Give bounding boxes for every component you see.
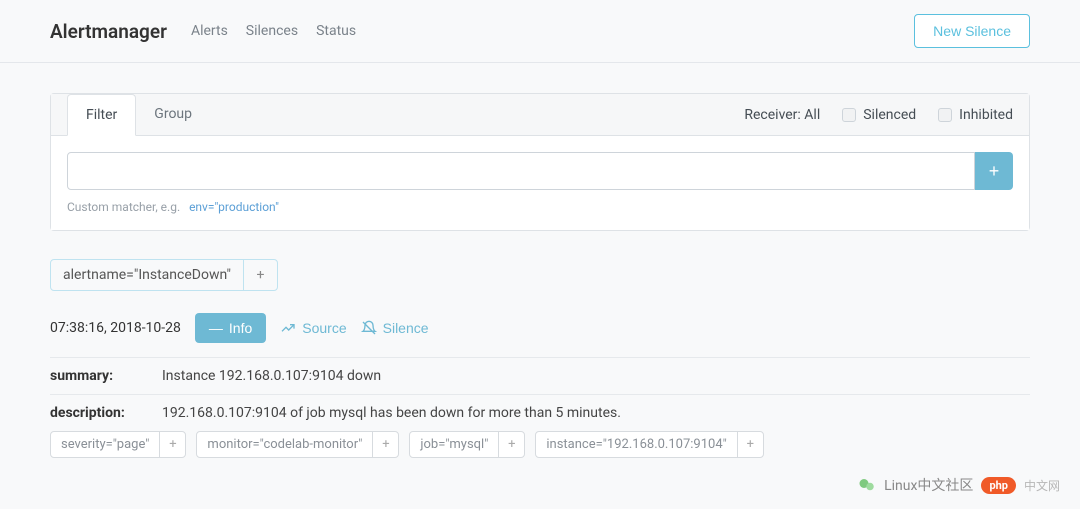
source-button[interactable]: Source	[280, 320, 346, 336]
hint-example-link[interactable]: env="production"	[189, 200, 279, 214]
alert-header: 07:38:16, 2018-10-28 — Info Source Silen…	[50, 313, 1030, 343]
minus-icon: —	[209, 320, 223, 336]
add-filter-button[interactable]: +	[975, 152, 1013, 190]
filter-input-row: +	[67, 152, 1013, 190]
tab-filter[interactable]: Filter	[67, 94, 136, 136]
checkbox-icon	[842, 108, 856, 122]
silence-button-label: Silence	[383, 320, 429, 336]
label-add[interactable]: +	[498, 432, 524, 457]
wechat-icon	[858, 476, 876, 494]
nav-silences[interactable]: Silences	[246, 23, 298, 39]
nav-status[interactable]: Status	[316, 23, 356, 39]
brand: Alertmanager	[50, 20, 167, 43]
label-text: job="mysql"	[410, 432, 498, 457]
main-content: Filter Group Receiver: All Silenced Inhi…	[0, 63, 1080, 488]
label-text: instance="192.168.0.107:9104"	[536, 432, 736, 457]
filter-tag-alertname[interactable]: alertname="InstanceDown" +	[50, 259, 278, 291]
new-silence-button[interactable]: New Silence	[914, 14, 1030, 48]
inhibited-label: Inhibited	[959, 107, 1013, 123]
checkbox-icon	[938, 108, 952, 122]
filter-hint: Custom matcher, e.g. env="production"	[67, 200, 1013, 214]
source-button-label: Source	[302, 320, 346, 336]
label-monitor[interactable]: monitor="codelab-monitor" +	[196, 431, 399, 458]
chart-icon	[280, 320, 296, 336]
nav-links: Alerts Silences Status	[191, 23, 356, 39]
filter-tag-add[interactable]: +	[243, 260, 277, 290]
watermark: Linux中文社区 php 中文网	[858, 475, 1060, 495]
watermark-sub: 中文网	[1024, 477, 1060, 494]
label-text: monitor="codelab-monitor"	[197, 432, 372, 457]
filter-tag-text: alertname="InstanceDown"	[51, 260, 243, 290]
label-add[interactable]: +	[159, 432, 185, 457]
hint-prefix: Custom matcher, e.g.	[67, 200, 180, 214]
filter-tab-row: Filter Group Receiver: All Silenced Inhi…	[51, 94, 1029, 136]
description-value: 192.168.0.107:9104 of job mysql has been…	[162, 405, 1030, 421]
inhibited-checkbox[interactable]: Inhibited	[938, 107, 1013, 123]
silenced-label: Silenced	[863, 107, 916, 123]
info-button[interactable]: — Info	[195, 313, 266, 343]
tabs: Filter Group	[67, 94, 210, 135]
filter-body: + Custom matcher, e.g. env="production"	[51, 136, 1029, 230]
summary-row: summary: Instance 192.168.0.107:9104 dow…	[50, 357, 1030, 394]
bell-off-icon	[361, 320, 377, 336]
top-nav: Alertmanager Alerts Silences Status New …	[0, 0, 1080, 63]
filter-options: Receiver: All Silenced Inhibited	[744, 107, 1013, 123]
filter-card: Filter Group Receiver: All Silenced Inhi…	[50, 93, 1030, 231]
info-button-label: Info	[229, 320, 252, 336]
label-add[interactable]: +	[372, 432, 398, 457]
summary-value: Instance 192.168.0.107:9104 down	[162, 368, 1030, 384]
description-label: description:	[50, 405, 162, 421]
nav-alerts[interactable]: Alerts	[191, 23, 228, 39]
receiver-label: Receiver: All	[744, 107, 820, 123]
label-add[interactable]: +	[737, 432, 763, 457]
silence-button[interactable]: Silence	[361, 320, 429, 336]
watermark-text: Linux中文社区	[884, 475, 973, 495]
label-text: severity="page"	[51, 432, 159, 457]
alert-labels: severity="page" + monitor="codelab-monit…	[50, 431, 1030, 458]
nav-left: Alertmanager Alerts Silences Status	[50, 20, 356, 43]
php-badge: php	[981, 477, 1016, 494]
label-job[interactable]: job="mysql" +	[409, 431, 525, 458]
tab-group[interactable]: Group	[136, 94, 210, 135]
filter-input[interactable]	[67, 152, 975, 190]
label-instance[interactable]: instance="192.168.0.107:9104" +	[535, 431, 763, 458]
description-row: description: 192.168.0.107:9104 of job m…	[50, 394, 1030, 431]
active-filters: alertname="InstanceDown" +	[50, 259, 1030, 291]
silenced-checkbox[interactable]: Silenced	[842, 107, 916, 123]
alert-timestamp: 07:38:16, 2018-10-28	[50, 320, 181, 336]
label-severity[interactable]: severity="page" +	[50, 431, 186, 458]
summary-label: summary:	[50, 368, 162, 384]
